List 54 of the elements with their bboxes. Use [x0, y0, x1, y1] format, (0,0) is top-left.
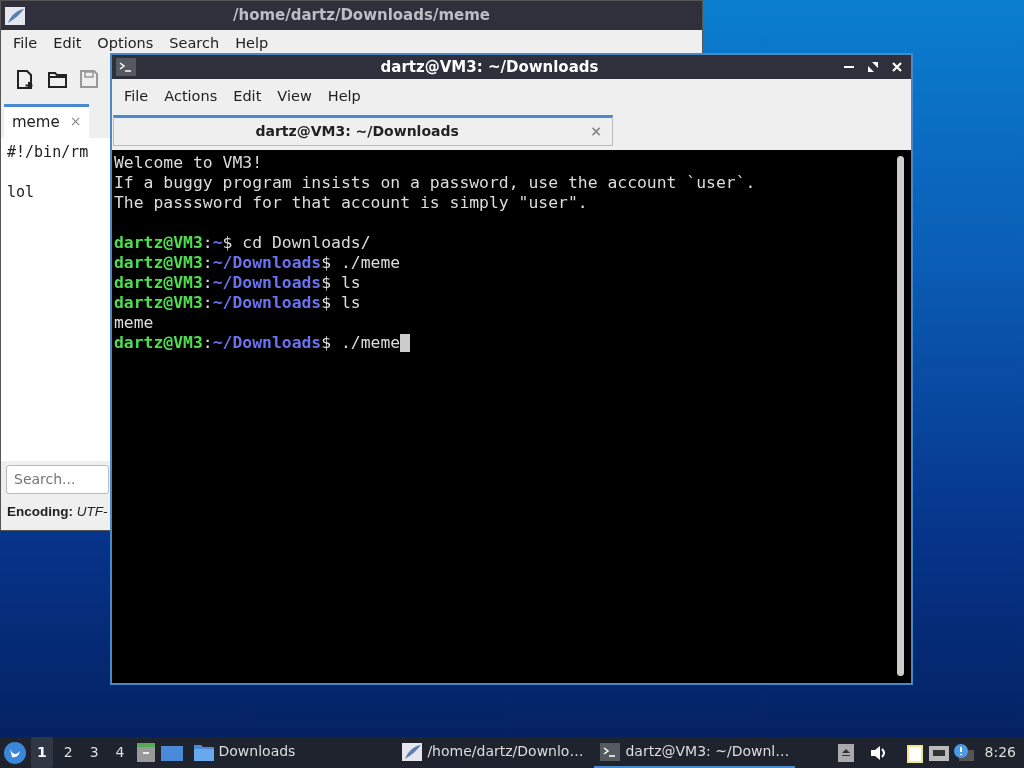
menu-item[interactable]: Help: [227, 33, 277, 55]
terminal-line: dartz@VM3:~/Downloads$ ./meme: [114, 333, 401, 353]
taskbar-button[interactable]: dartz@VM3: ~/Downl…: [594, 737, 796, 768]
terminal-line: dartz@VM3:~/Downloads$ ./meme: [114, 253, 402, 273]
new-file-icon[interactable]: [15, 68, 35, 90]
close-icon[interactable]: [891, 61, 903, 73]
terminal-icon: [600, 742, 621, 761]
menu-item[interactable]: Search: [161, 33, 228, 55]
window-icon[interactable]: [160, 743, 183, 762]
workspace-button[interactable]: 2: [57, 737, 79, 768]
menu-item[interactable]: View: [269, 86, 320, 108]
tab-label: meme: [12, 112, 60, 133]
network-icon[interactable]: [928, 743, 949, 762]
file-cabinet-icon[interactable]: [135, 742, 156, 763]
volume-icon[interactable]: [869, 744, 888, 761]
restore-icon[interactable]: [867, 61, 879, 73]
text-line: lol: [7, 181, 35, 202]
terminal-line: dartz@VM3:~/Downloads$ ls: [114, 273, 362, 293]
terminal-line: Welcome to VM3!: [114, 153, 264, 173]
clock: 8:26: [983, 743, 1017, 762]
close-tab-button[interactable]: ×: [69, 111, 82, 134]
menu-item[interactable]: Edit: [45, 33, 90, 55]
menu-item[interactable]: File: [116, 86, 157, 108]
terminal-tab[interactable]: dartz@VM3: ~/Downloads ×: [113, 115, 613, 146]
terminal-line: meme: [114, 313, 155, 333]
window-title: dartz@VM3: ~/Downloads: [379, 56, 600, 78]
workspace-button[interactable]: 4: [109, 737, 131, 768]
terminal-line: If a buggy program insists on a password, use the account `user`.: [114, 173, 757, 193]
notification-icon[interactable]: [953, 743, 974, 762]
workspace-button[interactable]: 1: [31, 737, 53, 768]
scrollbar[interactable]: [897, 156, 904, 676]
menu-item[interactable]: Actions: [156, 86, 226, 108]
workspace-button[interactable]: 3: [83, 737, 105, 768]
file-tab[interactable]: meme ×: [4, 104, 90, 138]
eject-icon[interactable]: [837, 743, 854, 762]
taskbar-button[interactable]: Downloads: [187, 737, 302, 768]
start-menu-icon[interactable]: [4, 741, 26, 764]
menu-item[interactable]: Options: [89, 33, 162, 55]
status-text: Encoding: UTF-: [6, 502, 109, 521]
folder-icon: [193, 742, 214, 761]
menu-item[interactable]: Edit: [225, 86, 270, 108]
search-field[interactable]: Search...: [6, 464, 109, 494]
menu-item[interactable]: Help: [319, 86, 369, 108]
terminal-line: dartz@VM3:~/Downloads$ ls: [114, 293, 362, 313]
text-line: #!/bin/rm: [7, 141, 89, 162]
feather-icon: [402, 742, 423, 761]
window-title: /home/dartz/Downloads/meme: [232, 5, 491, 27]
taskbar-button[interactable]: /home/dartz/Downlo…: [396, 737, 590, 768]
tab-label: dartz@VM3: ~/Downloads: [254, 122, 460, 141]
terminal-line: The passsword for that account is simply "user".: [114, 193, 589, 213]
menu-item[interactable]: File: [5, 33, 46, 55]
terminal-icon: [116, 58, 136, 76]
app-icon: [5, 6, 25, 25]
terminal-line: dartz@VM3:~$ cd Downloads/: [114, 233, 372, 253]
